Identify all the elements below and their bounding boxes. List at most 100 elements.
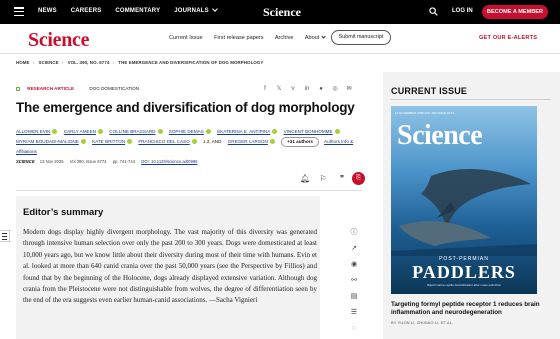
orcid-icon[interactable] [127, 139, 133, 145]
author-link[interactable]: FRANCISCO DEL CASO [138, 137, 197, 147]
menu-icon[interactable] [14, 7, 24, 17]
breadcrumb-volume[interactable]: VOL. 390, NO. 6774 [68, 60, 110, 65]
orcid-icon[interactable] [334, 129, 340, 135]
search-icon[interactable] [429, 7, 438, 16]
volume-issue[interactable]: Vol 390, Issue 6774 [70, 159, 107, 164]
article-column: RESEARCH ARTICLE DOG DOMESTICATION f 𝕏 ⋎… [0, 72, 378, 339]
breadcrumb-separator: › [32, 60, 35, 65]
orcid-icon[interactable] [80, 139, 86, 145]
nav-archive[interactable]: Archive [275, 35, 294, 41]
doi-link[interactable]: DOI: 10.1126/science.adt0995 [141, 159, 197, 164]
pub-date: 13 Nov 2025 [39, 159, 64, 164]
article-tools: 🔔︎ ⚐ ❞ ⎘ [300, 172, 365, 185]
orcid-icon[interactable] [52, 129, 58, 135]
breadcrumb-home[interactable]: HOME [16, 60, 30, 65]
cover-issue-line: 14 NOVEMBER 2025 VOL 390 ISSUE 6774 [395, 111, 454, 115]
linkedin-icon[interactable]: in [304, 86, 310, 92]
breadcrumb-science[interactable]: SCIENCE [38, 60, 58, 65]
figures-icon[interactable]: ▤ [350, 293, 358, 301]
orcid-icon[interactable] [191, 139, 197, 145]
featured-article-link[interactable]: Targeting formyl peptide receptor 1 redu… [391, 301, 551, 317]
author-link[interactable]: KATE BRITTON [92, 137, 133, 147]
pdf-icon[interactable]: ⎘ [352, 172, 365, 185]
author-name: CARLY AMEEN [63, 129, 97, 134]
article-type: RESEARCH ARTICLE [27, 86, 75, 91]
e-alerts-link[interactable]: GET OUR E-ALERTS [479, 35, 537, 41]
reddit-icon[interactable]: ● [318, 86, 324, 92]
journal-logo[interactable]: Science [28, 29, 90, 52]
nav-careers[interactable]: CAREERS [71, 8, 102, 14]
orcid-icon[interactable] [157, 129, 163, 135]
author-affil-note: 1.2, AND [203, 139, 222, 144]
nav-about-label: About [304, 35, 320, 41]
orcid-icon[interactable] [98, 129, 104, 135]
nav-journals[interactable]: JOURNALS [174, 6, 218, 14]
nav-first-release[interactable]: First release papers [214, 35, 263, 41]
author-link[interactable]: EKATERINA E. ANTIPINA [217, 127, 278, 137]
author-list: ALLOWEN EVIN CARLY AMEEN COLLINE BRASSAR… [16, 127, 366, 157]
author-name: EKATERINA E. ANTIPINA [217, 129, 271, 134]
author-link[interactable]: MYRIAM BOUDADI-MALIGNE [16, 137, 86, 147]
editors-summary: Editor’s summary Modern dogs display hig… [16, 196, 320, 339]
author-link[interactable]: SOPHIE DEMAS [169, 127, 211, 137]
summary-heading: Editor’s summary [23, 207, 104, 218]
journal-name: SCIENCE [16, 159, 35, 164]
info-icon[interactable]: ⓘ [350, 229, 358, 237]
divider [16, 190, 362, 191]
cover-image[interactable]: 14 NOVEMBER 2025 VOL 390 ISSUE 6774 Scie… [391, 106, 537, 294]
author-link[interactable]: GREGER LARSON [228, 137, 275, 147]
author-name: MYRIAM BOUDADI-MALIGNE [16, 139, 79, 144]
breadcrumb-separator: › [61, 60, 64, 65]
quote-icon[interactable]: ❞ [338, 174, 346, 183]
facebook-icon[interactable]: f [262, 86, 268, 92]
bookmark-icon[interactable]: ⚐ [319, 174, 327, 183]
breadcrumb: HOME › SCIENCE › VOL. 390, NO. 6774 › THE E… [16, 60, 266, 65]
eye-icon[interactable]: ◉ [350, 261, 358, 269]
featured-article-authors: BY YUJIN LI, ZHIXIAO LI, ET AL. [391, 320, 454, 325]
article-side-tools: ⓘ ↗ ◉ ⚯ ▤ ☰ ◌ [350, 229, 358, 333]
orcid-icon[interactable] [272, 129, 278, 135]
science-logo[interactable]: Science [263, 5, 301, 20]
metrics-icon[interactable]: ↗ [350, 245, 358, 253]
submit-manuscript-button[interactable]: Submit manuscript [331, 30, 391, 45]
article-subject[interactable]: DOG DOMESTICATION [89, 86, 139, 91]
orcid-icon[interactable] [205, 129, 211, 135]
author-name: ALLOWEN EVIN [16, 129, 51, 134]
share-icon[interactable]: ◌ [350, 325, 358, 333]
bluesky-icon[interactable]: ⋎ [290, 86, 296, 92]
citation-line: SCIENCE 13 Nov 2025 Vol 390, Issue 6774 … [16, 159, 202, 164]
author-link[interactable]: COLLINE BRASSARD [109, 127, 163, 137]
current-issue-heading: CURRENT ISSUE [391, 86, 468, 96]
author-link[interactable]: ALLOWEN EVIN [16, 127, 58, 137]
author-link[interactable]: VINCENT BONHOMME [284, 127, 340, 137]
share-bar: f 𝕏 ⋎ in ● ◎ ✉ [262, 86, 352, 92]
references-icon[interactable]: ☰ [350, 309, 358, 317]
summary-body: Modern dogs display highly divergent mor… [23, 228, 317, 305]
top-navigation-bar: NEWS CAREERS COMMENTARY JOURNALS Science… [0, 0, 560, 24]
divider [391, 99, 551, 100]
orcid-icon[interactable] [269, 139, 275, 145]
become-member-button[interactable]: BECOME A MEMBER [482, 5, 548, 19]
lock-icon [16, 87, 20, 91]
author-link[interactable]: CARLY AMEEN [63, 127, 104, 137]
nav-news[interactable]: NEWS [38, 8, 57, 14]
author-name: COLLINE BRASSARD [109, 129, 156, 134]
x-icon[interactable]: 𝕏 [276, 86, 282, 92]
article-title: The emergence and diversification of dog… [16, 100, 355, 115]
nav-about[interactable]: About [304, 34, 326, 41]
author-name: VINCENT BONHOMME [283, 129, 333, 134]
journal-nav: Current Issue First release papers Archi… [169, 34, 335, 41]
wechat-icon[interactable]: ◎ [332, 86, 338, 92]
login-link[interactable]: LOG IN [452, 8, 473, 14]
more-authors-button[interactable]: +31 authors [281, 137, 319, 147]
bell-icon[interactable]: 🔔︎ [300, 174, 310, 183]
nav-current-issue[interactable]: Current Issue [169, 35, 203, 41]
link-icon[interactable]: ⚯ [350, 277, 358, 285]
table-of-contents-toggle[interactable] [0, 230, 10, 242]
email-icon[interactable]: ✉ [346, 86, 352, 92]
page-range: pp. 741-744 [112, 159, 136, 164]
author-name: GREGER LARSON [227, 139, 268, 144]
journal-header: Science Current Issue First release pape… [0, 24, 560, 54]
nav-commentary[interactable]: COMMENTARY [115, 8, 160, 14]
top-nav: NEWS CAREERS COMMENTARY JOURNALS [38, 6, 229, 14]
